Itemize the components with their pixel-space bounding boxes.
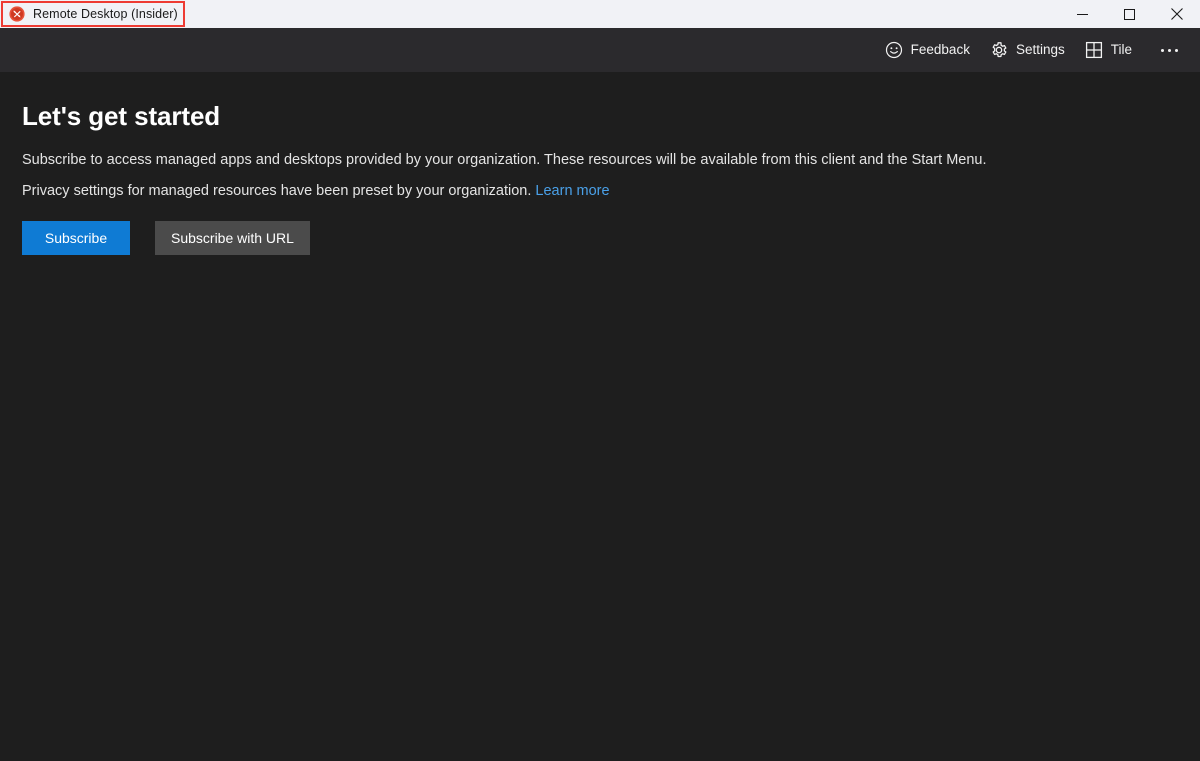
- minimize-button[interactable]: [1059, 0, 1106, 28]
- action-button-row: Subscribe Subscribe with URL: [22, 221, 1178, 255]
- ellipsis-icon: [1167, 48, 1171, 52]
- minimize-icon: [1077, 13, 1088, 15]
- privacy-paragraph: Privacy settings for managed resources h…: [22, 180, 1178, 202]
- intro-paragraph: Subscribe to access managed apps and des…: [22, 152, 987, 168]
- subscribe-button[interactable]: Subscribe: [22, 221, 130, 255]
- main-content: Let's get started Subscribe to access ma…: [0, 72, 1200, 761]
- feedback-button[interactable]: Feedback: [875, 34, 980, 66]
- titlebar-title-group: Remote Desktop (Insider): [0, 0, 178, 28]
- titlebar-drag-area[interactable]: [178, 0, 1059, 28]
- privacy-text: Privacy settings for managed resources h…: [22, 183, 532, 199]
- remote-desktop-icon: [9, 6, 25, 22]
- titlebar: Remote Desktop (Insider): [0, 0, 1200, 28]
- gear-icon: [990, 41, 1008, 59]
- window-title: Remote Desktop (Insider): [33, 7, 178, 21]
- tile-button[interactable]: Tile: [1075, 34, 1142, 66]
- close-button[interactable]: [1153, 0, 1200, 28]
- ellipsis-icon: [1160, 48, 1164, 52]
- subscribe-with-url-button[interactable]: Subscribe with URL: [155, 221, 310, 255]
- command-bar: Feedback Settings Tile: [0, 28, 1200, 72]
- feedback-label: Feedback: [910, 42, 970, 57]
- page-title: Let's get started: [22, 101, 221, 131]
- settings-button[interactable]: Settings: [980, 34, 1075, 66]
- tile-label: Tile: [1110, 42, 1132, 57]
- ellipsis-icon: [1174, 48, 1178, 52]
- close-icon: [1170, 8, 1183, 20]
- window-controls: [1059, 0, 1200, 28]
- tile-grid-icon: [1085, 41, 1103, 59]
- learn-more-link[interactable]: Learn more: [535, 183, 609, 199]
- settings-label: Settings: [1015, 42, 1065, 57]
- remote-desktop-window: Remote Desktop (Insider) Feedback Settin…: [0, 0, 1200, 761]
- smiley-face-icon: [885, 41, 903, 59]
- maximize-icon: [1124, 8, 1135, 20]
- more-options-button[interactable]: [1148, 34, 1190, 66]
- maximize-button[interactable]: [1106, 0, 1153, 28]
